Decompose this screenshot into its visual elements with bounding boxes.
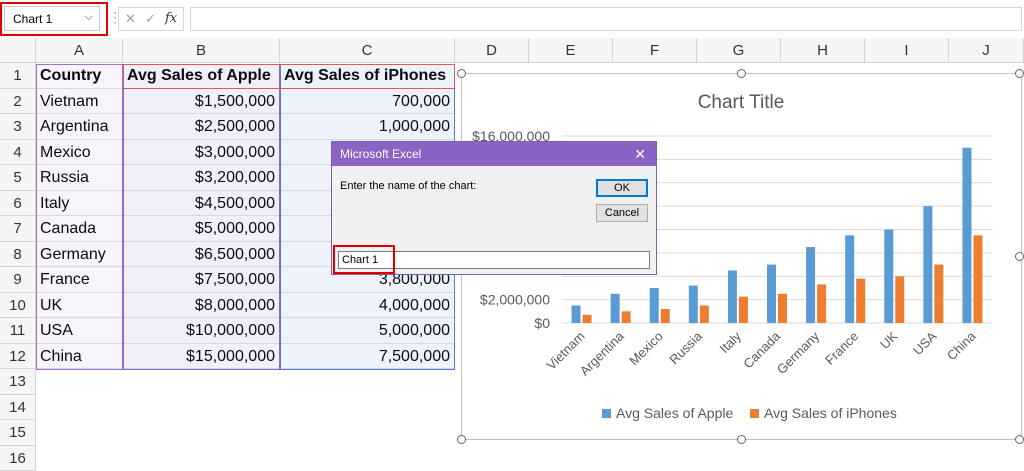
row-header-15[interactable]: 15 (0, 420, 36, 446)
bar-iphones-france (856, 279, 865, 323)
x-tick-label: Italy (717, 328, 745, 356)
bar-apple-mexico (650, 288, 659, 323)
bar-apple-italy (728, 270, 737, 323)
name-box-highlight (0, 2, 108, 36)
bar-iphones-china (973, 235, 982, 323)
resize-handle[interactable] (737, 435, 746, 444)
x-tick-label: USA (910, 328, 940, 358)
resize-handle[interactable] (1015, 252, 1024, 261)
insert-function-icon[interactable]: fx (165, 11, 177, 26)
resize-handle[interactable] (1015, 69, 1024, 78)
row-header-8[interactable]: 8 (0, 242, 36, 268)
column-header-h[interactable]: H (781, 38, 865, 63)
row-header-6[interactable]: 6 (0, 191, 36, 217)
chart-title: Chart Title (698, 92, 785, 113)
row-header-1[interactable]: 1 (0, 63, 36, 89)
bar-apple-france (845, 235, 854, 323)
column-header-f[interactable]: F (613, 38, 697, 63)
bar-apple-russia (689, 286, 698, 323)
y-tick-label: $0 (534, 315, 550, 331)
category-range (36, 64, 123, 370)
y-tick-label: $2,000,000 (480, 292, 550, 308)
formula-input[interactable] (190, 7, 1022, 31)
row-header-7[interactable]: 7 (0, 216, 36, 242)
bar-iphones-vietnam (583, 315, 592, 323)
bar-apple-uk (884, 230, 893, 324)
column-header-a[interactable]: A (36, 38, 123, 63)
bar-iphones-canada (778, 294, 787, 323)
bar-iphones-mexico (661, 309, 670, 323)
cancel-button[interactable]: Cancel (596, 204, 648, 222)
enter-check-icon[interactable]: ✓ (145, 11, 156, 27)
cancel-x-icon[interactable]: ✕ (125, 11, 136, 27)
series-range-apple (123, 64, 280, 370)
column-header-c[interactable]: C (280, 38, 455, 63)
column-header-d[interactable]: D (455, 38, 529, 63)
resize-handle[interactable] (1015, 435, 1024, 444)
close-icon[interactable]: ✕ (634, 142, 646, 166)
x-tick-label: China (944, 328, 979, 363)
bar-iphones-russia (700, 305, 709, 323)
row-header-3[interactable]: 3 (0, 114, 36, 140)
column-header-i[interactable]: I (865, 38, 949, 63)
legend-swatch (602, 409, 611, 418)
column-header-e[interactable]: E (529, 38, 613, 63)
bar-apple-canada (767, 265, 776, 323)
dialog-title: Microsoft Excel (340, 147, 421, 161)
legend-entry: Avg Sales of Apple (616, 405, 733, 421)
select-all-corner[interactable] (0, 38, 36, 63)
legend-swatch (750, 409, 759, 418)
x-tick-label: UK (877, 328, 901, 352)
row-header-5[interactable]: 5 (0, 165, 36, 191)
bar-iphones-uk (895, 276, 904, 323)
ok-button[interactable]: OK (596, 179, 648, 197)
row-header-12[interactable]: 12 (0, 344, 36, 370)
row-header-9[interactable]: 9 (0, 267, 36, 293)
dialog-prompt: Enter the name of the chart: (340, 180, 476, 192)
bar-apple-germany (806, 247, 815, 323)
bar-iphones-italy (739, 297, 748, 323)
bar-apple-china (962, 148, 971, 323)
legend-entry: Avg Sales of iPhones (764, 405, 897, 421)
x-tick-label: France (822, 329, 861, 368)
resize-handle[interactable] (737, 69, 746, 78)
formula-bar-controls: ✕ ✓ fx (118, 7, 184, 31)
row-header-16[interactable]: 16 (0, 446, 36, 471)
bar-iphones-argentina (622, 311, 631, 323)
column-header-g[interactable]: G (697, 38, 781, 63)
bar-apple-argentina (611, 294, 620, 323)
series-name-range (123, 64, 455, 89)
row-header-11[interactable]: 11 (0, 318, 36, 344)
row-header-10[interactable]: 10 (0, 293, 36, 319)
row-header-14[interactable]: 14 (0, 395, 36, 421)
resize-handle[interactable] (457, 69, 466, 78)
row-header-13[interactable]: 13 (0, 369, 36, 395)
x-tick-label: Germany (774, 328, 823, 377)
input-highlight (333, 245, 395, 274)
column-header-b[interactable]: B (123, 38, 280, 63)
dialog-title-bar: Microsoft Excel ✕ (332, 142, 656, 166)
row-header-2[interactable]: 2 (0, 89, 36, 115)
row-header-4[interactable]: 4 (0, 140, 36, 166)
bar-apple-usa (923, 206, 932, 323)
x-tick-label: Mexico (626, 329, 666, 369)
bar-iphones-germany (817, 284, 826, 323)
bar-apple-vietnam (572, 305, 581, 323)
column-header-j[interactable]: J (949, 38, 1024, 63)
resize-handle[interactable] (457, 435, 466, 444)
x-tick-label: Russia (666, 328, 705, 367)
x-tick-label: Argentina (577, 328, 628, 379)
bar-iphones-usa (934, 265, 943, 323)
